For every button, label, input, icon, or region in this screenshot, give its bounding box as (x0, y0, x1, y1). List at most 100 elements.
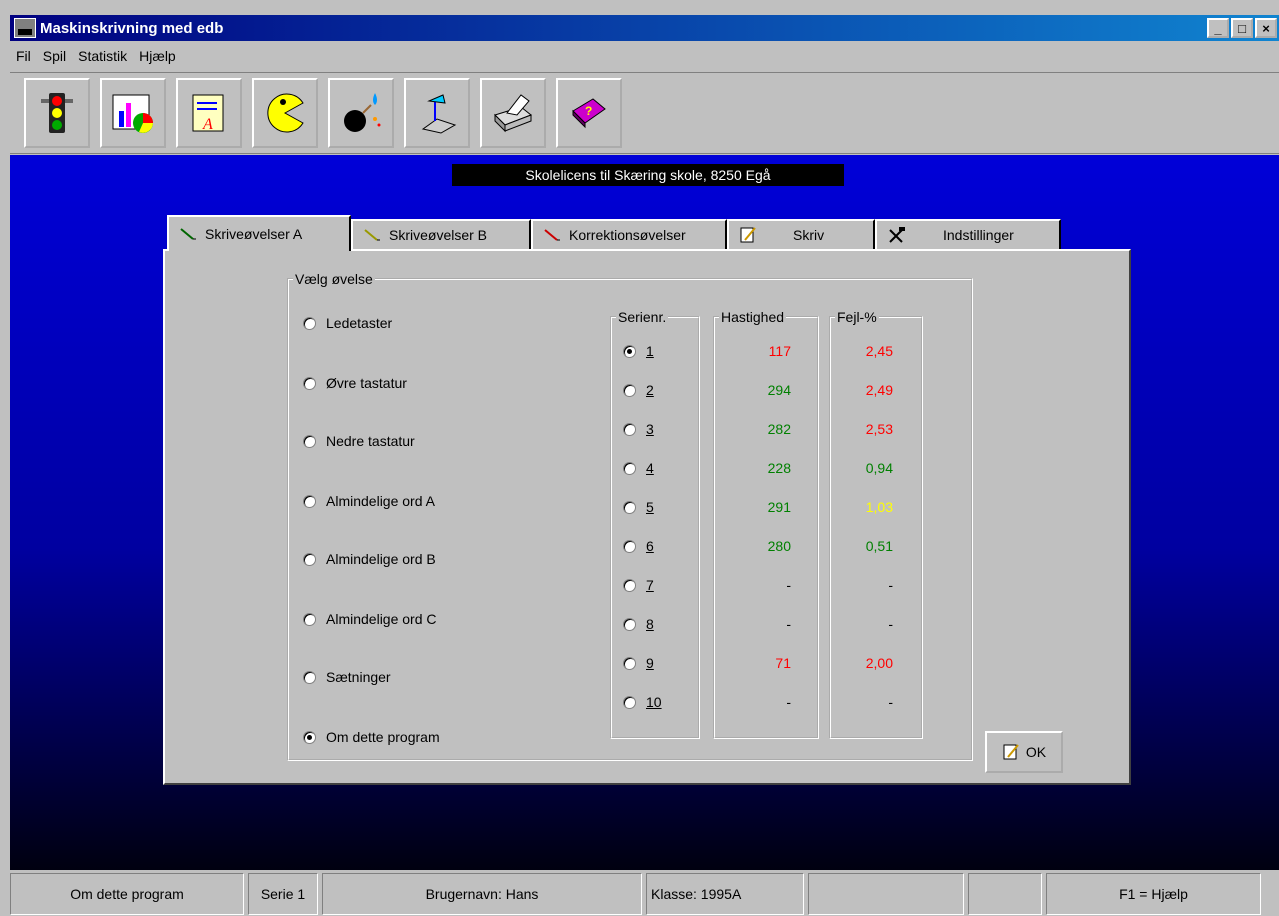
speed-value: - (786, 694, 791, 710)
app-icon[interactable] (14, 18, 36, 38)
radio-indicator (623, 344, 636, 358)
radio-indicator (303, 612, 316, 626)
radio-indicator (303, 552, 316, 566)
document-button[interactable]: A (176, 78, 242, 148)
menu-fil[interactable]: Fil (16, 48, 31, 64)
radio-label: 10 (646, 694, 662, 710)
tab-skriveoevelser-b[interactable]: Skriveøvelser B (351, 219, 531, 249)
close-button[interactable]: × (1255, 18, 1277, 38)
radio-serie-1[interactable]: 1 (623, 343, 654, 359)
ok-button[interactable]: OK (985, 731, 1063, 773)
help-book-icon: ? (572, 98, 606, 129)
radio-indicator (623, 617, 636, 631)
radio-indicator (303, 670, 316, 684)
speed-value: - (786, 577, 791, 593)
tab-strip: Skriveøvelser A Skriveøvelser B Korrekti… (163, 215, 1131, 251)
radio-label: 9 (646, 655, 654, 671)
error-value: 2,00 (865, 655, 893, 671)
error-value: 2,45 (865, 343, 893, 359)
radio-label: Øvre tastatur (326, 375, 407, 391)
speed-groupbox: Hastighed (713, 309, 819, 739)
radio-oevre-tastatur[interactable]: Øvre tastatur (303, 375, 407, 391)
radio-serie-10[interactable]: 10 (623, 694, 662, 710)
bomb-button[interactable] (328, 78, 394, 148)
menu-spil[interactable]: Spil (43, 48, 66, 64)
status-empty-1 (808, 873, 964, 915)
error-groupbox: Fejl-% (829, 309, 923, 739)
radio-label: Om dette program (326, 729, 440, 745)
pen-icon (363, 228, 381, 242)
radio-indicator (303, 494, 316, 508)
radio-nedre-tastatur[interactable]: Nedre tastatur (303, 433, 415, 449)
speed-value: 228 (767, 460, 791, 476)
speed-groupbox-title: Hastighed (721, 309, 785, 325)
radio-serie-7[interactable]: 7 (623, 577, 654, 593)
error-value: 0,51 (865, 538, 893, 554)
notepad-icon (1002, 743, 1020, 761)
radio-ledetaster[interactable]: Ledetaster (303, 315, 392, 331)
speed-value: 282 (767, 421, 791, 437)
radio-indicator (303, 316, 316, 330)
pen-icon (179, 227, 197, 241)
help-button[interactable]: ? (556, 78, 622, 148)
radio-serie-2[interactable]: 2 (623, 382, 654, 398)
radio-serie-5[interactable]: 5 (623, 499, 654, 515)
minimize-button[interactable]: _ (1207, 18, 1229, 38)
tab-skriv[interactable]: Skriv (727, 219, 875, 249)
error-value: 0,94 (865, 460, 893, 476)
radio-indicator (623, 500, 636, 514)
radio-almindelige-ord-a[interactable]: Almindelige ord A (303, 493, 435, 509)
error-groupbox-title: Fejl-% (837, 309, 877, 325)
radio-label: 7 (646, 577, 654, 593)
speed-value: - (786, 616, 791, 632)
tab-label: Skriveøvelser B (389, 227, 488, 243)
radio-indicator (623, 578, 636, 592)
radio-indicator-selected (303, 730, 316, 744)
speed-value: 291 (767, 499, 791, 515)
radio-serie-6[interactable]: 6 (623, 538, 654, 554)
error-value: - (888, 616, 893, 632)
notepad-icon (739, 226, 757, 244)
radio-saetninger[interactable]: Sætninger (303, 669, 391, 685)
radio-label: 5 (646, 499, 654, 515)
svg-text:?: ? (585, 104, 592, 118)
status-bar: Om dette program Serie 1 Brugernavn: Han… (10, 870, 1279, 916)
print-button[interactable] (480, 78, 546, 148)
error-value: - (888, 577, 893, 593)
printer-icon (494, 94, 532, 133)
exercise-dialog: Skriveøvelser A Skriveøvelser B Korrekti… (163, 215, 1131, 785)
lamp-icon (421, 94, 457, 134)
status-empty-2 (968, 873, 1042, 915)
game-button[interactable] (252, 78, 318, 148)
app-window: Maskinskrivning med edb _ □ × Fil Spil S… (0, 0, 1279, 916)
maximize-button[interactable]: □ (1231, 18, 1253, 38)
menu-statistik[interactable]: Statistik (78, 48, 127, 64)
radio-serie-4[interactable]: 4 (623, 460, 654, 476)
toolbar: A ? (10, 72, 1279, 154)
radio-indicator (623, 656, 636, 670)
status-exercise: Om dette program (10, 873, 244, 915)
traffic-light-button[interactable] (24, 78, 90, 148)
serie-groupbox-title: Serienr. (618, 309, 667, 325)
radio-label: 4 (646, 460, 654, 476)
statistics-button[interactable] (100, 78, 166, 148)
tab-label: Skriveøvelser A (205, 226, 303, 242)
radio-almindelige-ord-c[interactable]: Almindelige ord C (303, 611, 437, 627)
status-serie: Serie 1 (248, 873, 318, 915)
radio-serie-3[interactable]: 3 (623, 421, 654, 437)
radio-indicator (303, 376, 316, 390)
error-value: 1,03 (865, 499, 893, 515)
traffic-light-icon (41, 93, 73, 133)
menu-hjaelp[interactable]: Hjælp (139, 48, 176, 64)
radio-serie-8[interactable]: 8 (623, 616, 654, 632)
tab-indstillinger[interactable]: Indstillinger (875, 219, 1061, 249)
tab-korrektionsoevelser[interactable]: Korrektionsøvelser (531, 219, 727, 249)
radio-serie-9[interactable]: 9 (623, 655, 654, 671)
tools-icon (887, 226, 907, 244)
radio-om-dette-program[interactable]: Om dette program (303, 729, 440, 745)
lamp-button[interactable] (404, 78, 470, 148)
radio-almindelige-ord-b[interactable]: Almindelige ord B (303, 551, 436, 567)
title-bar[interactable]: Maskinskrivning med edb _ □ × (10, 15, 1279, 41)
error-value: - (888, 694, 893, 710)
tab-skriveoevelser-a[interactable]: Skriveøvelser A (167, 215, 351, 251)
